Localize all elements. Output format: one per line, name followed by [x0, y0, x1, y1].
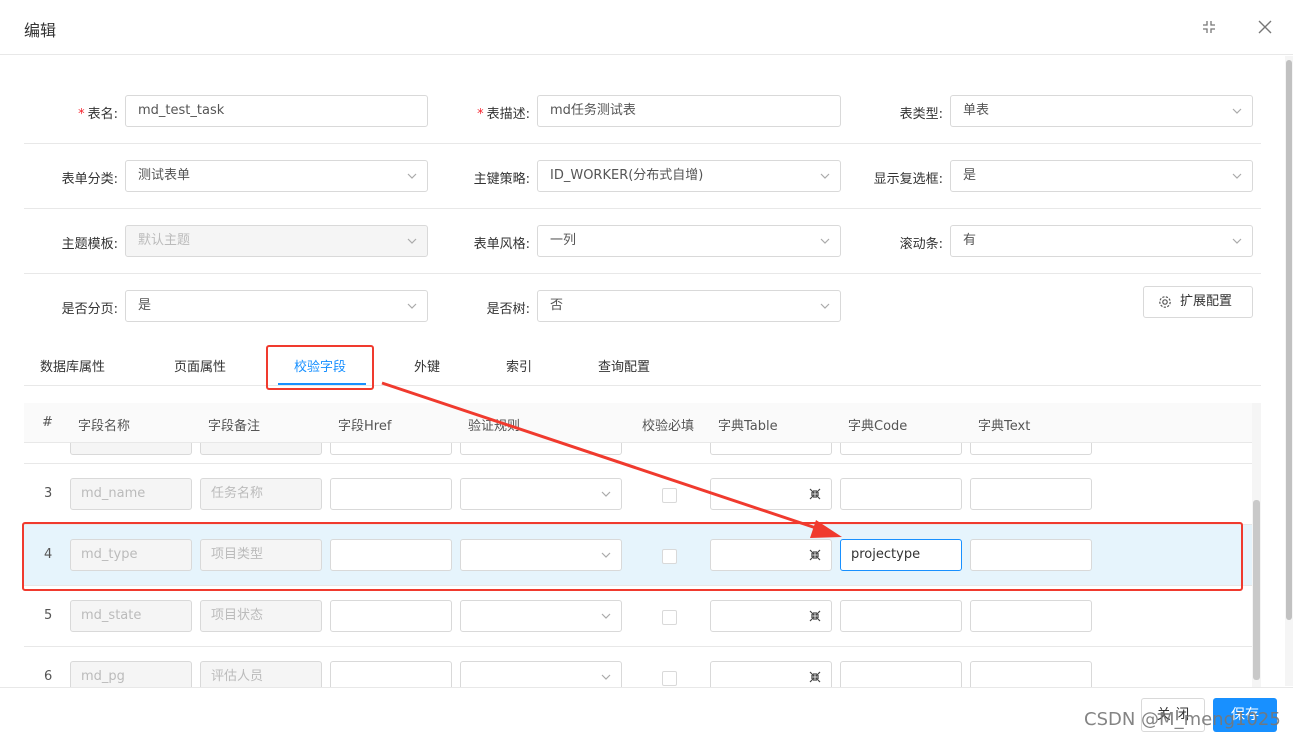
annotation-arrow — [381, 381, 842, 538]
watermark: CSDN @M_meng1025 — [1084, 709, 1281, 730]
